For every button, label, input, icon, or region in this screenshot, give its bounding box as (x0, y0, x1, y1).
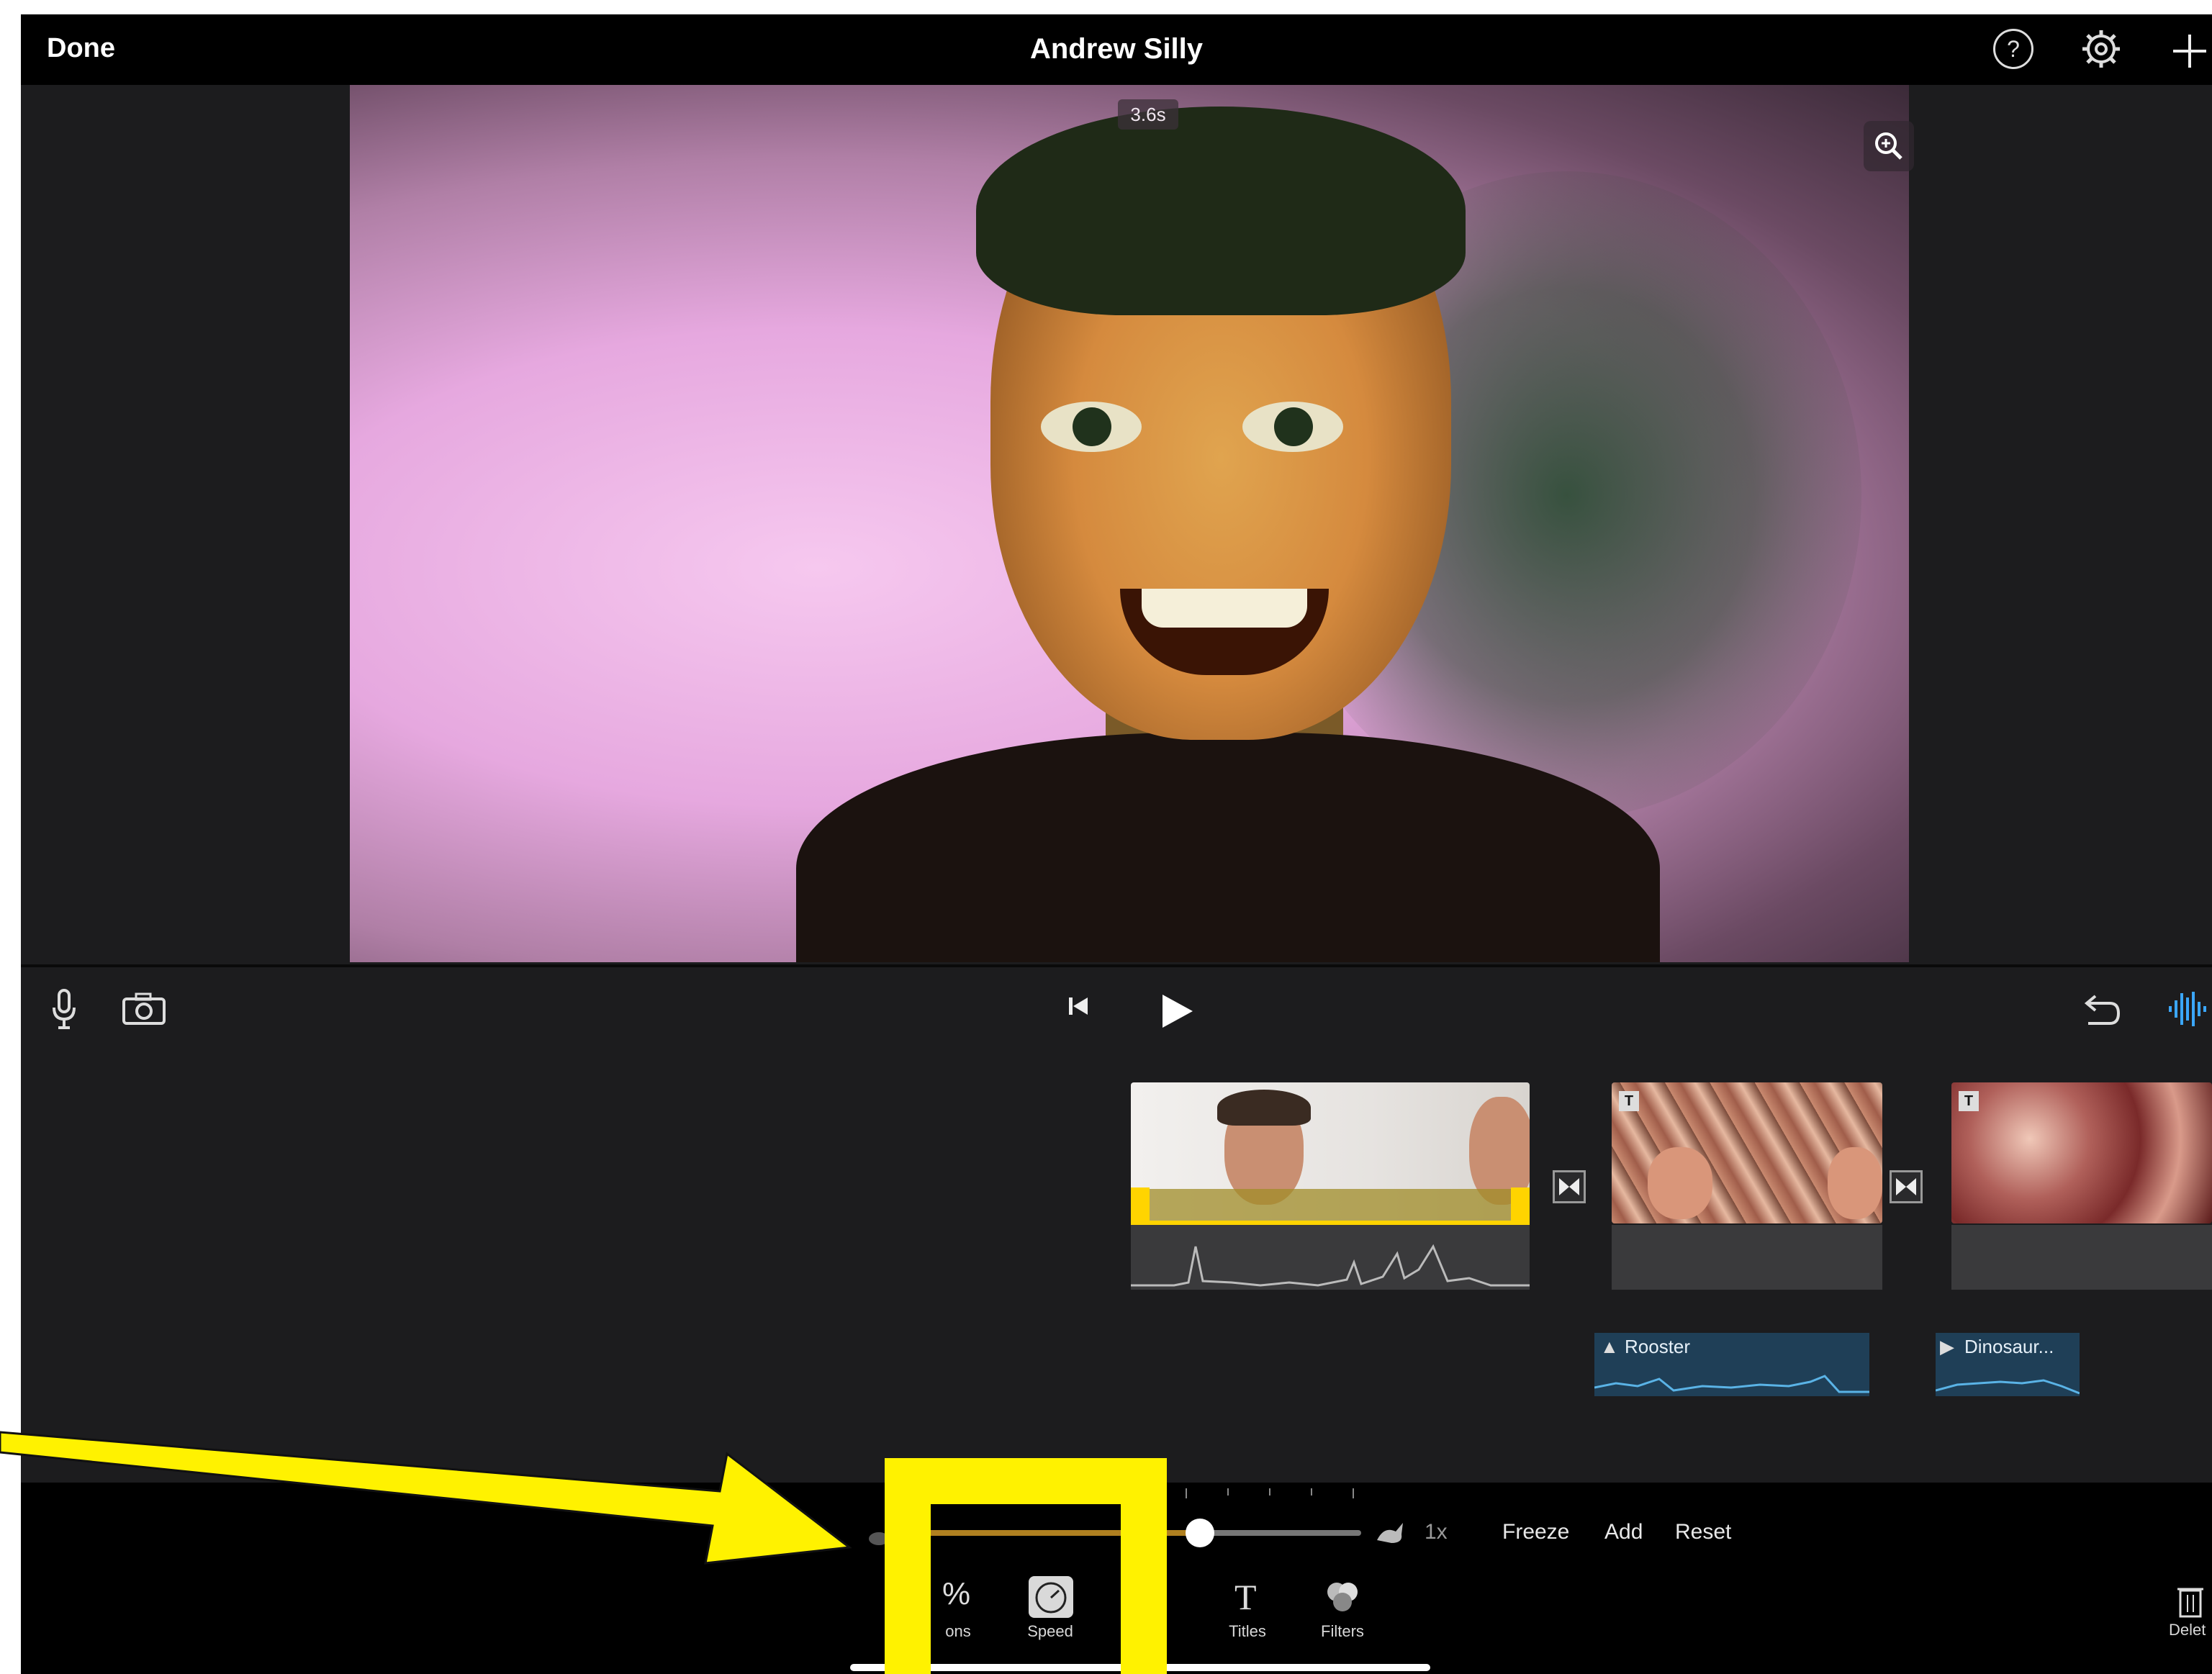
right-pupil (1274, 407, 1313, 446)
microphone-icon[interactable] (50, 989, 78, 1032)
clip-audio-track (1131, 1225, 1530, 1290)
filters-icon (1327, 1583, 1358, 1611)
clip-audio-track (1951, 1225, 2212, 1290)
audio-clip-dinosaur[interactable]: ▶ Dinosaur... (1936, 1333, 2080, 1396)
title-badge-icon: T (1619, 1091, 1639, 1111)
person-teeth (1142, 589, 1307, 628)
clip-thumbnail-face (1648, 1147, 1712, 1219)
help-icon[interactable]: ? (1993, 29, 2033, 69)
tool-label: Titles (1229, 1622, 1266, 1640)
skip-to-start-icon[interactable] (1066, 993, 1092, 1019)
transition-button[interactable] (1553, 1170, 1586, 1203)
zoom-in-icon (1875, 132, 1902, 160)
transition-button[interactable] (1890, 1170, 1923, 1203)
annotation-highlight-box (885, 1458, 1167, 1674)
title-badge-icon: T (1959, 1091, 1979, 1111)
dinosaur-icon: ▶ (1940, 1336, 1954, 1357)
rooster-icon: ▲ (1600, 1336, 1619, 1357)
video-clip[interactable]: T (1612, 1082, 1882, 1223)
right-eye (1242, 402, 1343, 452)
reset-button[interactable]: Reset (1675, 1520, 1731, 1544)
clip-selection-frame[interactable] (1131, 1187, 1530, 1225)
video-preview[interactable] (350, 85, 1909, 962)
speed-slider-thumb[interactable] (1186, 1519, 1214, 1547)
clip-trim-handle-left[interactable] (1131, 1187, 1150, 1225)
clip-thumbnail-face (1828, 1147, 1882, 1219)
transition-icon (1559, 1178, 1579, 1195)
clip-duration-badge: 3.6s (1118, 99, 1178, 130)
person-shirt (796, 733, 1660, 962)
left-eye (1041, 402, 1142, 452)
filters-tool[interactable]: Filters (1314, 1576, 1371, 1641)
speed-value: 1x (1425, 1520, 1448, 1544)
playback-controls-bar (21, 964, 2212, 1039)
tool-label: Filters (1321, 1622, 1364, 1640)
transition-icon (1896, 1178, 1916, 1195)
audio-clip-waveform (1936, 1379, 2080, 1395)
titles-tool[interactable]: T Titles (1219, 1576, 1276, 1641)
delete-tool[interactable]: Delet (2169, 1583, 2212, 1648)
audio-clip-waveform (1594, 1375, 1869, 1393)
titles-icon: T (1234, 1577, 1257, 1617)
zoom-button[interactable] (1864, 121, 1914, 171)
left-pupil (1073, 407, 1111, 446)
clip-audio-waveform (1131, 1244, 1530, 1287)
undo-icon[interactable] (2082, 992, 2123, 1028)
rabbit-icon (1377, 1523, 1403, 1543)
camera-icon[interactable] (122, 992, 166, 1026)
annotation-arrow (0, 1431, 852, 1565)
project-title: Andrew Silly (1029, 33, 1204, 65)
top-bar: Done Andrew Silly ? (21, 14, 2212, 85)
clip-trim-handle-right[interactable] (1511, 1187, 1530, 1225)
video-clip[interactable]: T (1951, 1082, 2212, 1223)
person-hair (976, 107, 1466, 315)
trash-icon (2177, 1588, 2203, 1618)
speed-slider-track (1201, 1530, 1361, 1536)
plus-icon[interactable] (2170, 32, 2209, 71)
gear-icon[interactable] (2080, 27, 2123, 71)
clip-thumbnail-hair (1217, 1090, 1311, 1126)
freeze-button[interactable]: Freeze (1502, 1520, 1569, 1544)
audio-clip-label: Rooster (1625, 1336, 1691, 1357)
audio-clip-rooster[interactable]: ▲ Rooster (1594, 1333, 1869, 1396)
audio-clip-label: Dinosaur... (1964, 1336, 2054, 1357)
play-icon[interactable] (1160, 992, 1196, 1031)
clip-audio-track (1612, 1225, 1882, 1290)
add-button[interactable]: Add (1604, 1520, 1643, 1544)
tool-label: Delet (2169, 1621, 2206, 1639)
audio-waveform-icon[interactable] (2166, 989, 2209, 1029)
speed-tick-marks (1185, 1488, 1358, 1503)
